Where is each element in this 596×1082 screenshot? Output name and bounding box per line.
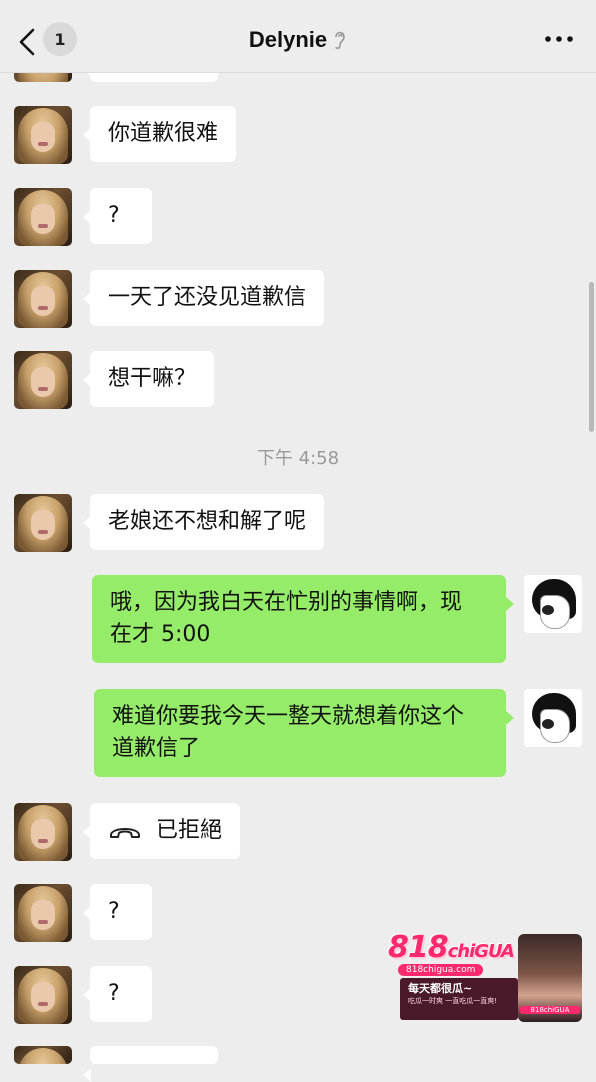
- message-line: 哦，因为我白天在忙别的事情啊，现: [110, 590, 463, 615]
- message-bubble[interactable]: ?: [83, 966, 152, 1022]
- my-avatar[interactable]: [524, 575, 582, 633]
- contact-avatar[interactable]: [14, 884, 72, 942]
- message-bubble[interactable]: ?: [83, 188, 152, 244]
- contact-avatar[interactable]: [14, 1046, 72, 1064]
- message-bubble-outgoing[interactable]: 哦，因为我白天在忙别的事情啊，现 在才 5:00: [92, 575, 514, 663]
- chat-header: 1 Delynie: [0, 0, 596, 73]
- watermark-site: 818chigua.com: [398, 964, 484, 976]
- more-options-button[interactable]: [544, 30, 574, 48]
- earpiece-mode-icon: [335, 31, 345, 50]
- watermark-subtext: 吃瓜一时爽 一直吃瓜一直爽!: [408, 997, 498, 1005]
- my-avatar[interactable]: [524, 689, 582, 747]
- contact-avatar[interactable]: [14, 351, 72, 409]
- contact-avatar[interactable]: [14, 966, 72, 1024]
- contact-name: Delynie: [248, 27, 328, 52]
- scrollbar[interactable]: [589, 282, 594, 432]
- message-bubble-outgoing[interactable]: 难道你要我今天一整天就想着你这个 道歉信了: [94, 689, 514, 777]
- call-record-bubble[interactable]: 已拒絕: [82, 803, 241, 859]
- contact-avatar[interactable]: [14, 106, 72, 164]
- message-line: 道歉信了: [112, 736, 201, 761]
- watermark-slogan: 每天都很瓜~: [408, 982, 473, 995]
- message-line: 难道你要我今天一整天就想着你这个: [112, 704, 465, 729]
- watermark: 818chiGUA 818chigua.com 每天都很瓜~ 吃瓜一时爽 一直吃…: [388, 930, 584, 1022]
- time-stamp: 下午 4:58: [256, 448, 340, 469]
- contact-avatar[interactable]: [14, 803, 72, 861]
- watermark-panel: 每天都很瓜~ 吃瓜一时爽 一直吃瓜一直爽!: [400, 978, 518, 1020]
- message-line: 在才 5:00: [110, 622, 211, 647]
- contact-avatar[interactable]: [14, 270, 72, 328]
- message-bubble[interactable]: 老娘还不想和解了呢: [82, 494, 325, 550]
- watermark-badge: 818chiGUA: [520, 1006, 580, 1014]
- phone-hangup-icon: [110, 828, 140, 838]
- message-bubble[interactable]: ?: [83, 884, 152, 940]
- message-bubble[interactable]: 想干嘛？: [82, 351, 215, 407]
- call-status-label: 已拒絕: [156, 818, 223, 843]
- contact-avatar[interactable]: [14, 188, 72, 246]
- more-dots-icon: [545, 36, 573, 42]
- message-bubble-partial: [83, 1046, 218, 1082]
- message-bubble[interactable]: 一天了还没见道歉信: [82, 270, 325, 326]
- watermark-logo: 818chiGUA: [388, 930, 515, 965]
- contact-avatar[interactable]: [14, 494, 72, 552]
- chat-title[interactable]: Delynie: [0, 27, 596, 53]
- message-bubble[interactable]: 你道歉很难: [82, 106, 237, 162]
